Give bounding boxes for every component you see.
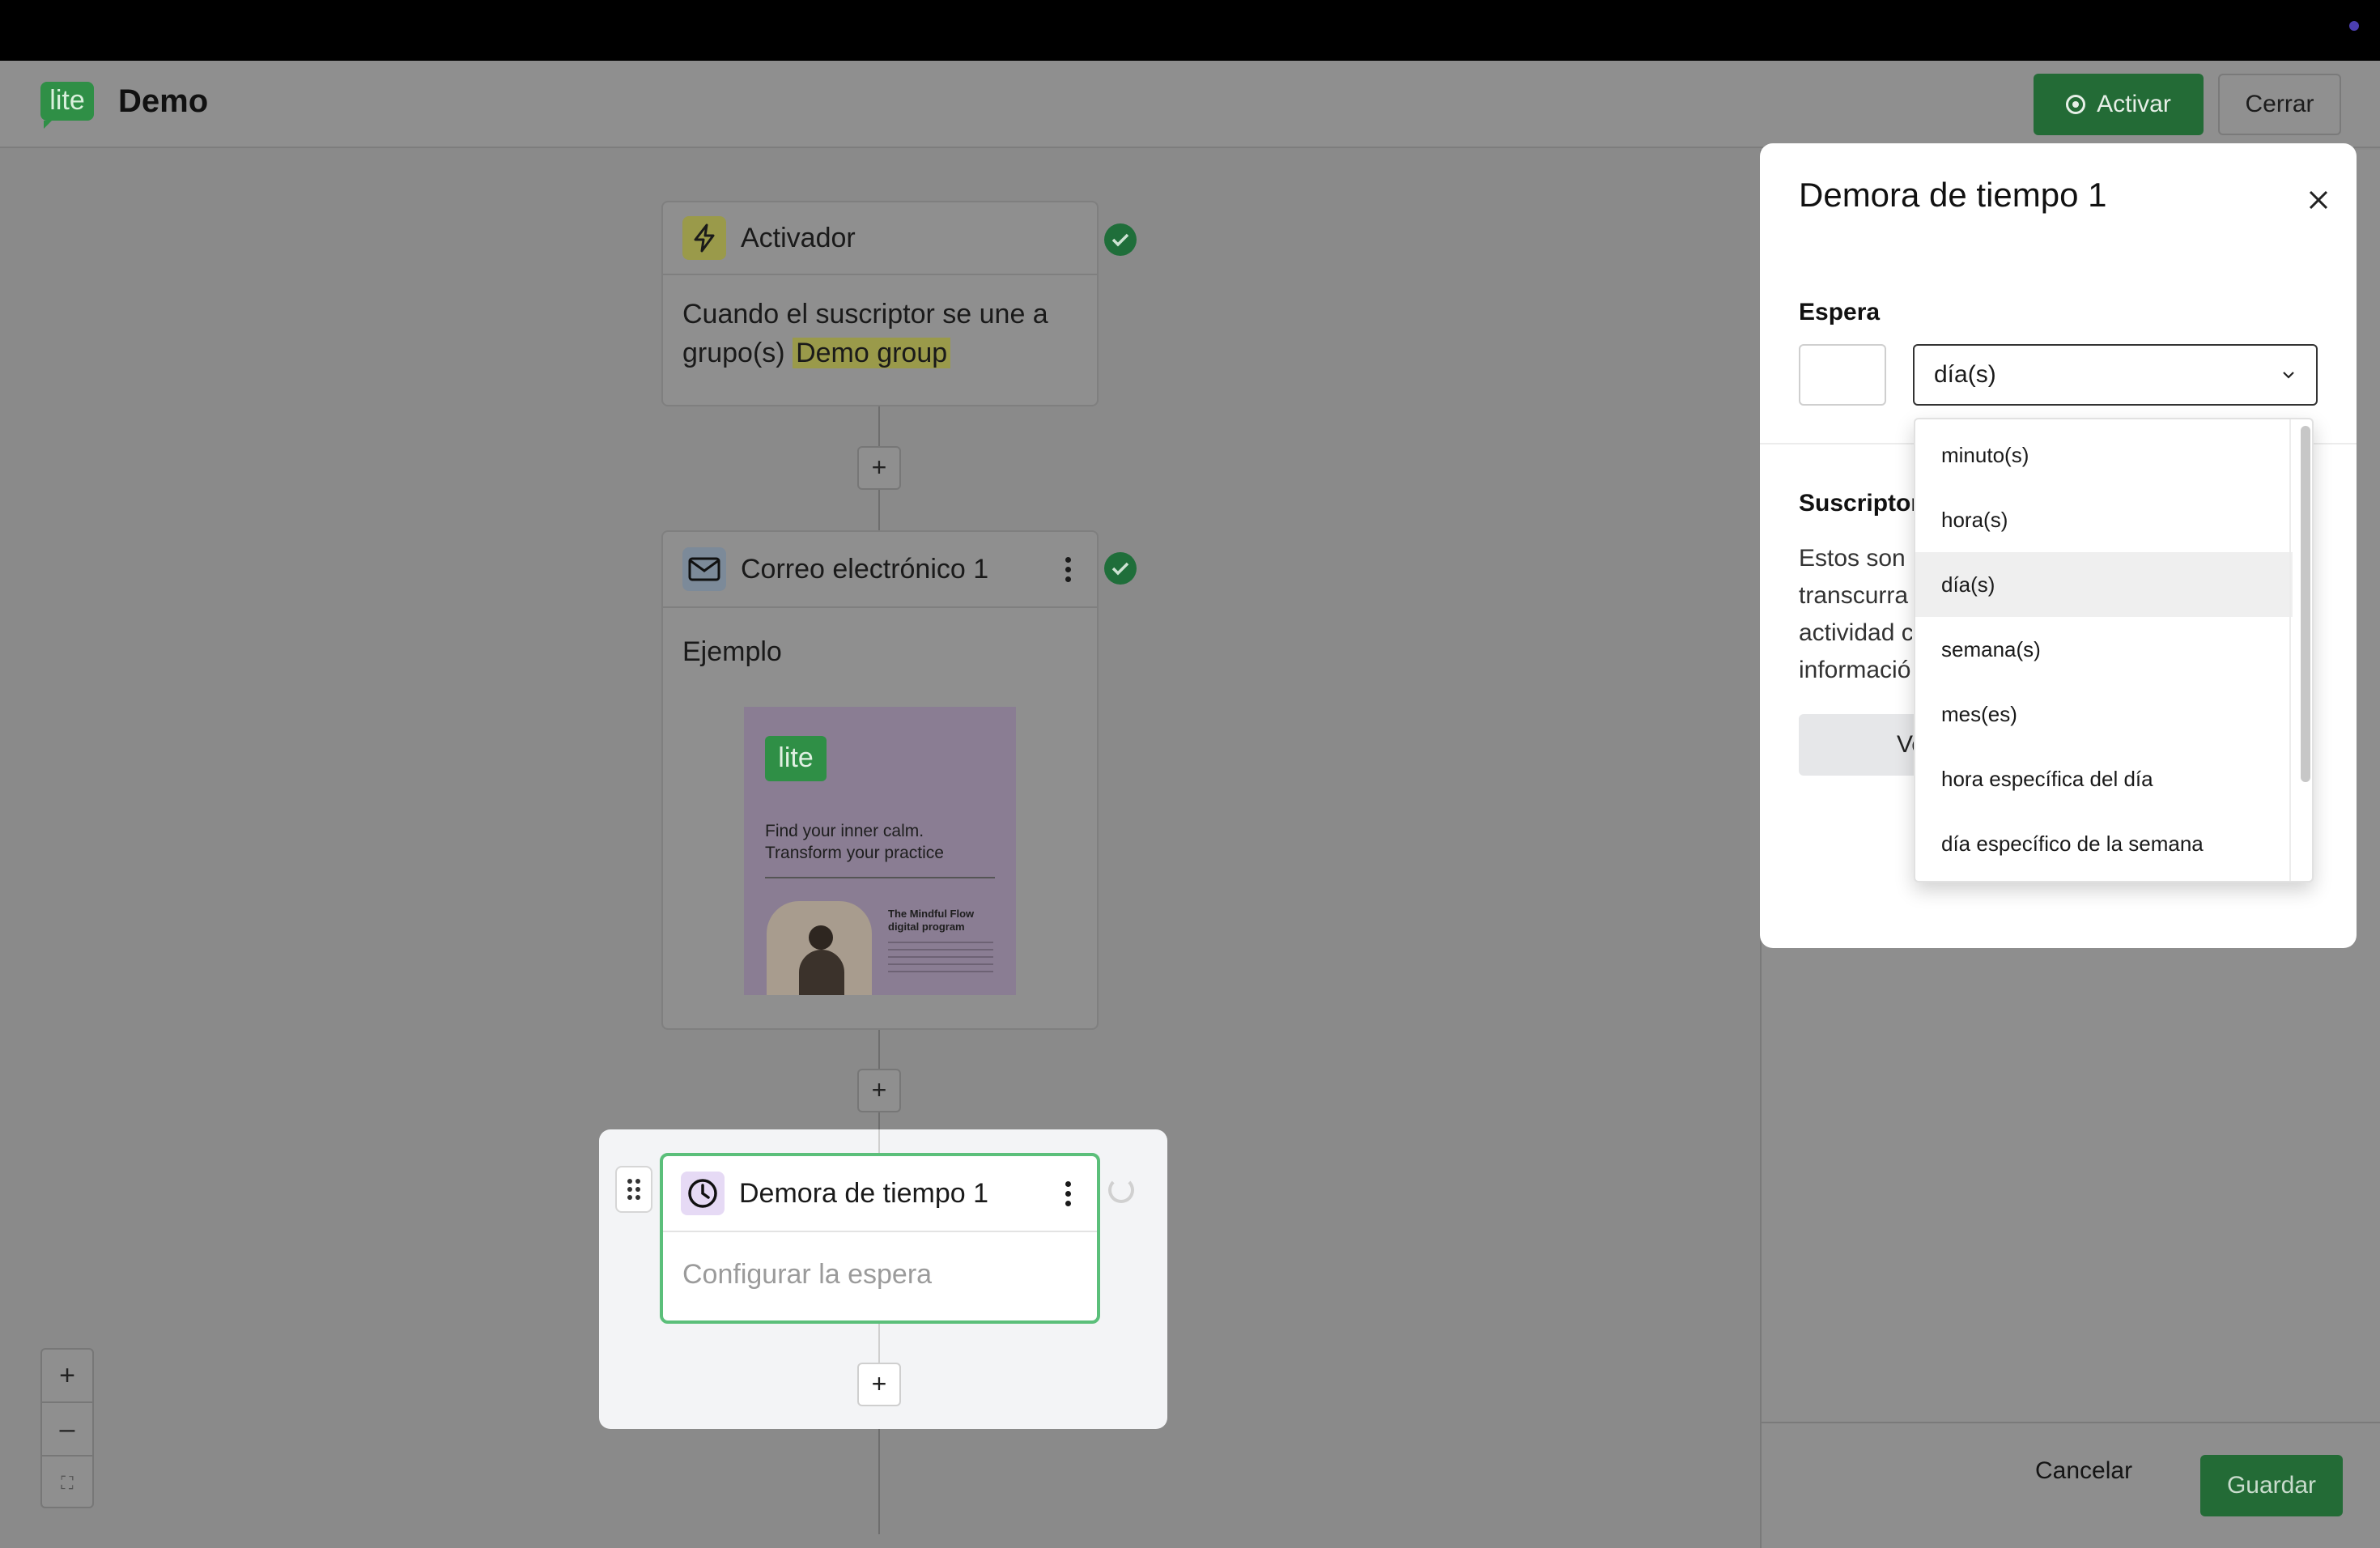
scrollbar-thumb[interactable] <box>2301 426 2310 782</box>
app-logo: lite <box>40 82 94 129</box>
lightning-icon <box>682 216 726 260</box>
dropdown-option[interactable]: hora específica del día <box>1915 746 2293 811</box>
app-header: lite Demo Activar Cerrar <box>0 61 2380 148</box>
play-circle-icon <box>2066 95 2086 114</box>
delay-placeholder: Configurar la espera <box>682 1259 933 1290</box>
check-icon <box>1104 552 1137 585</box>
close-icon[interactable] <box>2304 185 2333 215</box>
connector-line <box>878 1129 880 1154</box>
zoom-out-button[interactable]: – <box>42 1403 92 1457</box>
add-step-button[interactable]: + <box>857 1069 901 1112</box>
trigger-title: Activador <box>741 222 856 253</box>
workflow-title[interactable]: Demo <box>118 83 208 120</box>
envelope-icon <box>682 547 726 591</box>
selected-unit: día(s) <box>1934 361 1996 388</box>
email-preview-thumbnail[interactable]: lite Find your inner calm. Transform you… <box>744 707 1016 995</box>
activate-label: Activar <box>2097 91 2171 117</box>
trigger-node[interactable]: Activador Cuando el suscriptor se une a … <box>661 201 1099 406</box>
unit-dropdown-menu: minuto(s) hora(s) día(s) semana(s) mes(e… <box>1914 418 2314 882</box>
preview-headline: Find your inner calm. Transform your pra… <box>765 822 944 862</box>
wait-amount-input[interactable] <box>1799 344 1886 406</box>
save-button[interactable]: Guardar <box>2200 1455 2343 1516</box>
zoom-in-button[interactable]: + <box>42 1350 92 1403</box>
zoom-controls: + – ⛶ <box>40 1348 94 1508</box>
loading-spinner-icon <box>1108 1177 1134 1203</box>
dropdown-option[interactable]: semana(s) <box>1915 617 2293 682</box>
subscribers-line: transcurra <box>1799 582 1909 609</box>
delay-node[interactable]: Demora de tiempo 1 Configurar la espera <box>660 1153 1100 1324</box>
preview-subtitle: The Mindful Flow digital program <box>888 908 975 933</box>
subscribers-line: Estos son <box>1799 545 1906 572</box>
panel-title: Demora de tiempo 1 <box>1799 176 2107 214</box>
email-subject: Ejemplo <box>682 636 782 667</box>
chevron-down-icon <box>2283 372 2294 379</box>
cancel-button[interactable]: Cancelar <box>2035 1457 2132 1485</box>
close-workflow-button[interactable]: Cerrar <box>2218 74 2341 135</box>
activate-button[interactable]: Activar <box>2034 74 2204 135</box>
wait-label: Espera <box>1799 299 1881 325</box>
preview-body-lines <box>888 942 993 974</box>
subscribers-description: Estos son transcurra actividad c informa… <box>1799 540 1912 689</box>
add-step-button[interactable]: + <box>857 1363 901 1406</box>
wait-unit-select[interactable]: día(s) <box>1913 344 2318 406</box>
dropdown-option[interactable]: mes(es) <box>1915 682 2293 746</box>
dropdown-option[interactable]: hora(s) <box>1915 487 2293 552</box>
group-tag: Demo group <box>793 338 951 368</box>
email-node[interactable]: Correo electrónico 1 Ejemplo lite Find y… <box>661 530 1099 1030</box>
delay-title: Demora de tiempo 1 <box>739 1177 989 1209</box>
preview-logo: lite <box>765 736 827 781</box>
subscribers-label: Suscriptor <box>1799 490 1921 517</box>
dropdown-option[interactable]: día específico de la semana <box>1915 811 2293 876</box>
trigger-description: Cuando el suscriptor se une a grupo(s) D… <box>663 275 1097 392</box>
system-top-bar <box>0 0 2380 61</box>
add-step-button[interactable]: + <box>857 446 901 490</box>
more-options-icon[interactable] <box>1058 1180 1077 1206</box>
clock-icon <box>681 1172 725 1215</box>
subscribers-line: informació <box>1799 657 1911 683</box>
drag-handle-icon[interactable] <box>615 1166 652 1213</box>
more-options-icon[interactable] <box>1058 556 1077 582</box>
fit-view-button[interactable]: ⛶ <box>42 1457 92 1510</box>
dropdown-option-selected[interactable]: día(s) <box>1915 552 2293 617</box>
preview-photo <box>767 901 872 995</box>
status-dot <box>2349 21 2359 31</box>
dropdown-option[interactable]: minuto(s) <box>1915 423 2293 487</box>
subscribers-line: actividad c <box>1799 619 1912 646</box>
preview-divider <box>765 877 995 878</box>
email-title: Correo electrónico 1 <box>741 553 989 585</box>
check-icon <box>1104 223 1137 256</box>
